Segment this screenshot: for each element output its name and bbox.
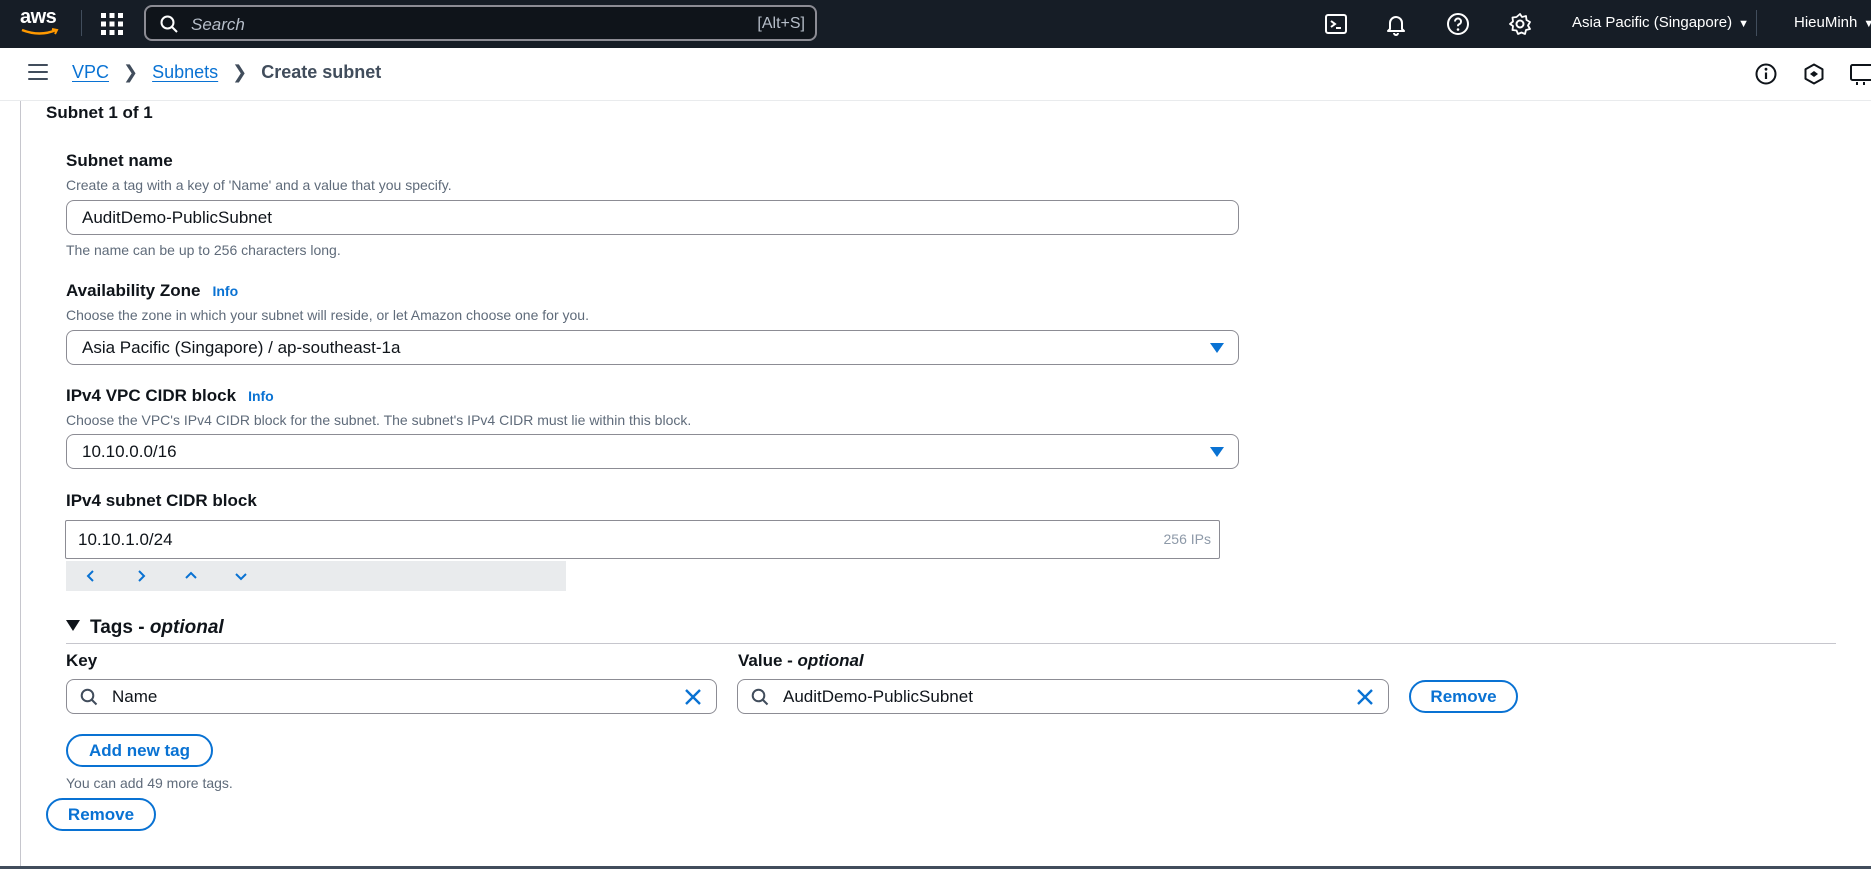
search-icon [751,688,769,706]
subnet-name-input[interactable]: AuditDemo-PublicSubnet [66,200,1239,235]
tag-value-value: AuditDemo-PublicSubnet [783,687,973,706]
clear-x-icon[interactable] [684,688,702,706]
availability-zone-select[interactable]: Asia Pacific (Singapore) / ap-southeast-… [66,330,1239,365]
availability-zone-description: Choose the zone in which your subnet wil… [66,307,589,323]
cloudshell-icon[interactable] [1324,12,1348,36]
aws-logo-text: aws [20,6,57,28]
search-placeholder: Search [191,15,245,34]
nav-divider [1756,10,1757,36]
aws-logo[interactable]: aws [20,6,62,40]
tags-header-text: Tags - [90,617,145,638]
tag-value-input[interactable]: AuditDemo-PublicSubnet [737,679,1389,714]
chevron-down-icon[interactable] [232,567,250,585]
subnet-cidr-label: IPv4 subnet CIDR block [66,491,257,510]
breadcrumb: VPC ❯ Subnets ❯ Create subnet [72,62,381,83]
chevron-right-icon: ❯ [232,62,248,82]
subnet-name-description: Create a tag with a key of 'Name' and a … [66,177,452,193]
add-new-tag-button[interactable]: Add new tag [66,734,213,767]
breadcrumb-current: Create subnet [261,62,382,82]
notifications-bell-icon[interactable] [1384,12,1408,36]
vpc-cidr-label: IPv4 VPC CIDR block Info [66,386,274,406]
notifications-hexagon-icon[interactable] [1802,62,1826,86]
subnet-cidr-input[interactable]: 10.10.1.0/24 256 IPs [65,520,1220,559]
subnet-cidr-ip-count: 256 IPs [1163,531,1211,547]
settings-gear-icon[interactable] [1508,12,1532,36]
vpc-cidr-description: Choose the VPC's IPv4 CIDR block for the… [66,412,692,428]
aws-smile-icon [21,28,59,35]
info-circle-icon[interactable] [1754,62,1778,86]
tags-header-optional: optional [149,617,224,638]
availability-zone-label: Availability Zone Info [66,281,238,301]
caret-down-icon: ▼ [1738,18,1749,30]
subnet-cidr-value: 10.10.1.0/24 [78,530,173,549]
search-icon [160,15,178,33]
search-icon [80,688,98,706]
tag-value-column-label: Value - optional [738,651,864,671]
tag-key-value: Name [112,687,158,706]
account-name: HieuMinh [1794,14,1858,31]
chevron-right-icon: ❯ [123,62,139,82]
availability-zone-value: Asia Pacific (Singapore) / ap-southeast-… [82,338,401,357]
chevron-left-icon[interactable] [82,567,100,585]
remove-tag-button[interactable]: Remove [1409,680,1518,713]
breadcrumb-vpc-link[interactable]: VPC [72,62,109,83]
cidr-stepper [66,561,566,591]
tags-section-toggle[interactable]: Tags - optional [66,617,224,639]
availability-zone-info-link[interactable]: Info [212,283,238,299]
remove-subnet-button[interactable]: Remove [46,798,156,831]
vpc-cidr-info-link[interactable]: Info [248,388,274,404]
chevron-right-icon[interactable] [132,567,150,585]
breadcrumb-subnets-link[interactable]: Subnets [152,62,218,83]
vpc-cidr-select[interactable]: 10.10.0.0/16 [66,434,1239,469]
caret-down-icon: ▼ [1863,18,1871,30]
nav-divider [81,10,82,36]
tag-value-label-optional: optional [797,651,864,670]
split-panel-icon[interactable] [1849,62,1871,86]
services-grid-icon[interactable] [100,12,124,36]
breadcrumb-bar: VPC ❯ Subnets ❯ Create subnet [0,48,1871,101]
region-label: Asia Pacific (Singapore) [1572,14,1733,31]
account-menu[interactable]: HieuMinh ▼ [1794,14,1871,31]
caret-down-icon [1210,343,1224,353]
chevron-up-icon[interactable] [182,567,200,585]
menu-hamburger-icon[interactable] [28,64,48,82]
clear-x-icon[interactable] [1356,688,1374,706]
tags-divider [66,643,1836,644]
tag-key-input[interactable]: Name [66,679,717,714]
region-selector[interactable]: Asia Pacific (Singapore) ▼ [1572,14,1749,31]
panel-border [20,101,21,869]
tags-remaining-hint: You can add 49 more tags. [66,775,233,791]
global-search-input[interactable]: Search [Alt+S] [144,5,817,41]
help-icon[interactable] [1446,12,1470,36]
tag-key-column-label: Key [66,651,98,670]
caret-down-icon [1210,447,1224,457]
availability-zone-label-text: Availability Zone [66,281,201,300]
top-navigation: aws Search [Alt+S] Asia Pacific (Singapo… [0,0,1871,48]
subnet-name-label: Subnet name [66,151,173,170]
subnet-name-constraint: The name can be up to 256 characters lon… [66,242,341,258]
subnet-section-title: Subnet 1 of 1 [46,103,153,122]
vpc-cidr-label-text: IPv4 VPC CIDR block [66,386,237,405]
tag-value-label-text: Value - [738,651,793,670]
vpc-cidr-value: 10.10.0.0/16 [82,442,177,461]
caret-down-icon [66,620,80,631]
search-shortcut: [Alt+S] [757,15,805,32]
